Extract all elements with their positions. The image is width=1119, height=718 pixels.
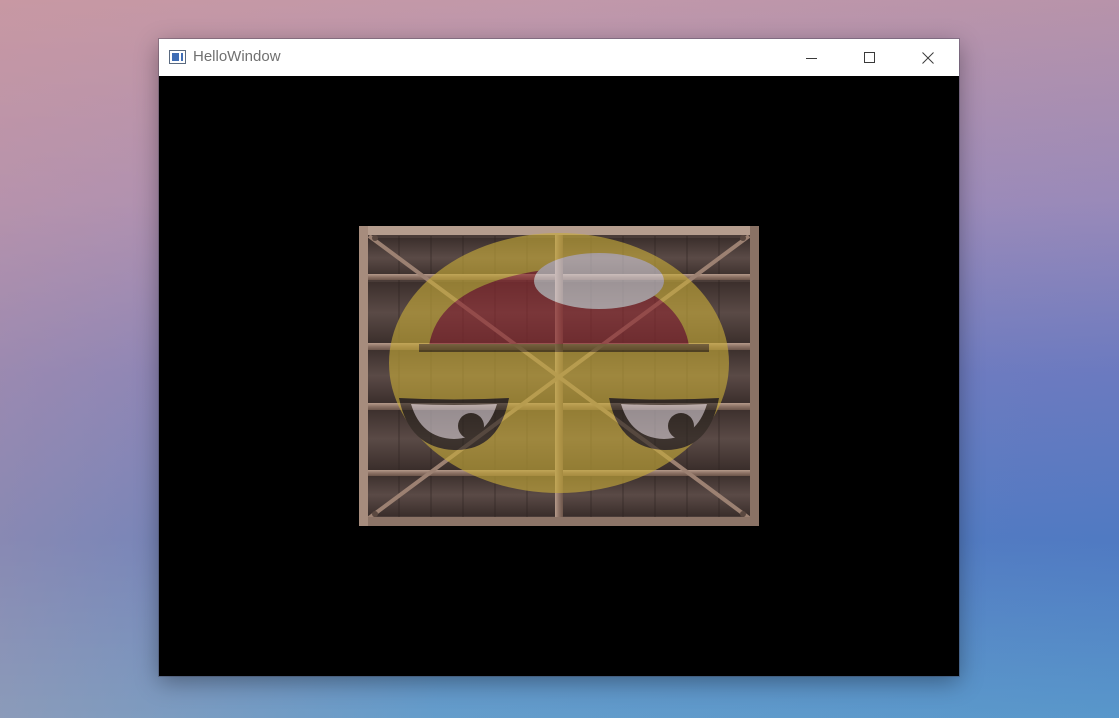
maximize-icon bbox=[864, 51, 875, 63]
textured-quad bbox=[359, 226, 759, 526]
close-icon bbox=[922, 51, 934, 64]
window-title: HelloWindow bbox=[193, 48, 281, 65]
minimize-button[interactable] bbox=[783, 39, 841, 76]
maximize-button[interactable] bbox=[841, 39, 899, 76]
smiley-face-overlay bbox=[389, 233, 729, 493]
title-bar[interactable]: HelloWindow bbox=[159, 39, 959, 76]
close-button[interactable] bbox=[899, 39, 957, 76]
minimize-icon bbox=[806, 57, 817, 59]
render-viewport[interactable] bbox=[159, 76, 959, 676]
application-window-icon[interactable] bbox=[169, 50, 186, 64]
app-window: HelloWindow bbox=[159, 39, 959, 676]
